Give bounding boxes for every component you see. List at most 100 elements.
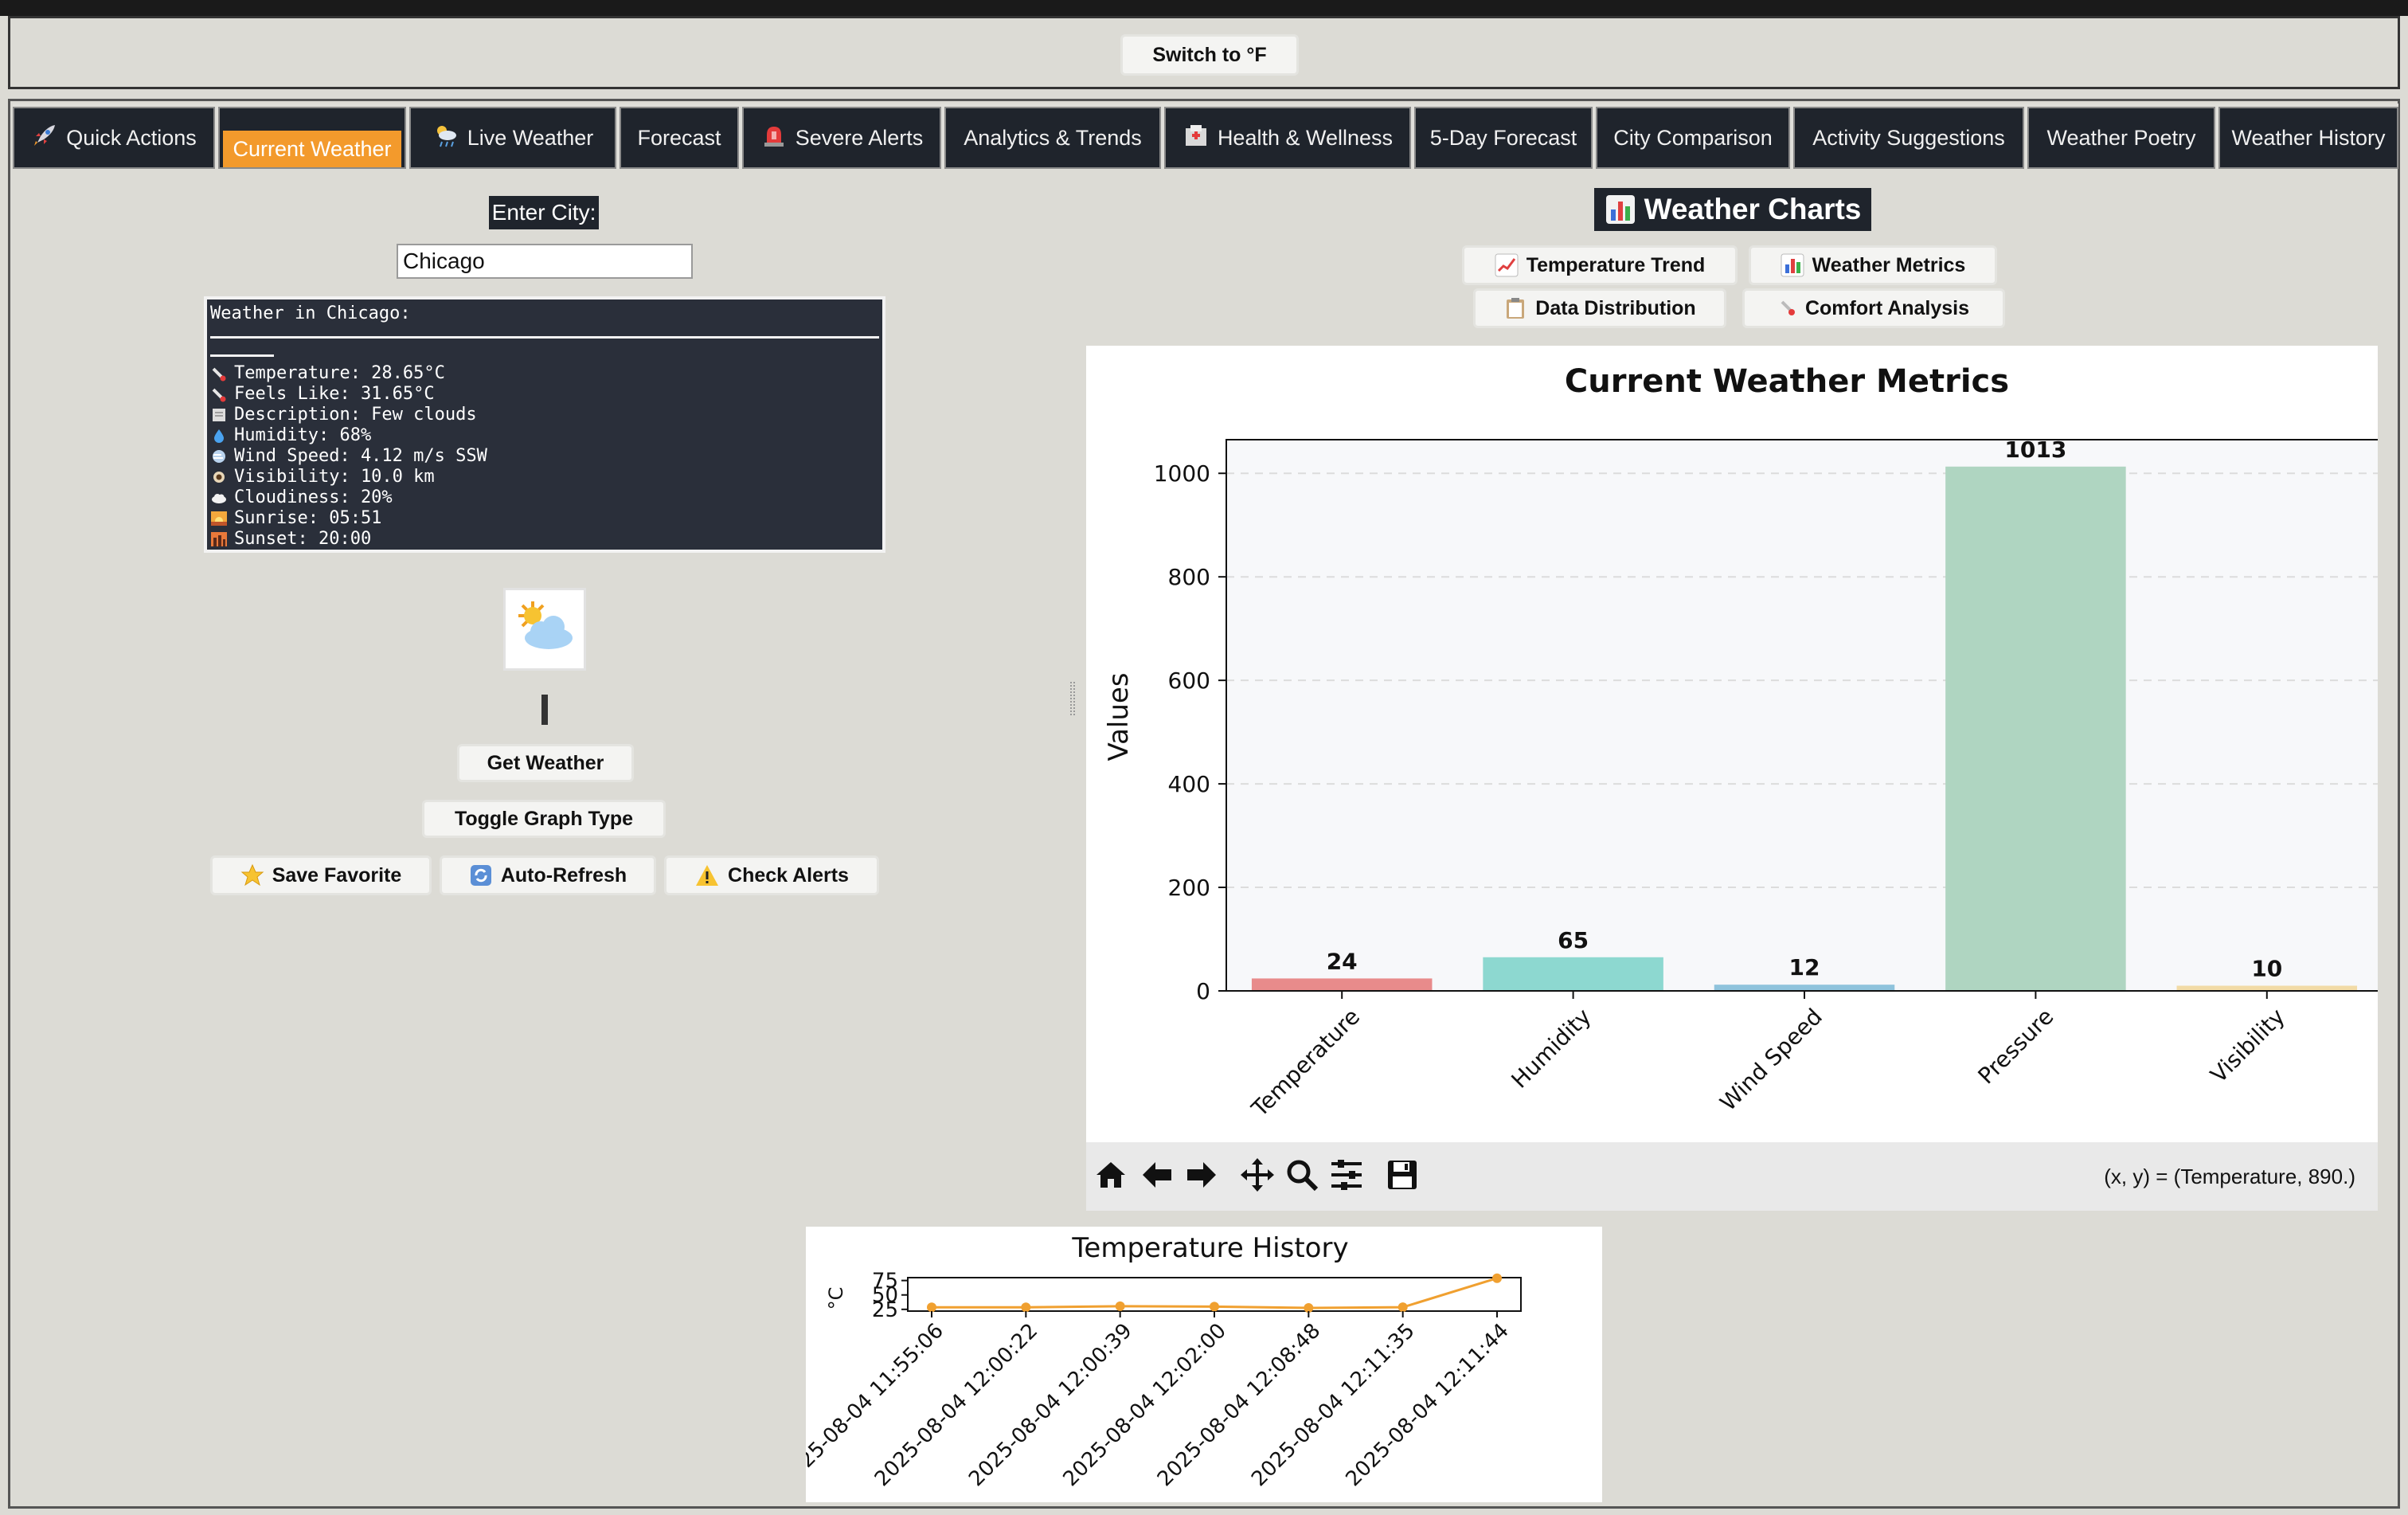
bar-chart-icon — [1781, 253, 1804, 277]
pan-move-icon[interactable] — [1237, 1153, 1277, 1196]
tab-health-wellness[interactable]: Health & Wellness — [1164, 107, 1411, 169]
switch-units-button[interactable]: Switch to °F — [1120, 34, 1299, 76]
tab-label: Live Weather — [467, 125, 594, 150]
y-tick-label: 0 — [1196, 978, 1210, 1004]
tab-bar: Quick Actions Current Weather Live Weath… — [13, 104, 2398, 169]
weather-line-temperature: Temperature: 28.65°C — [210, 363, 879, 384]
y-tick-label: 400 — [1168, 771, 1210, 797]
tab-5-day-forecast[interactable]: 5-Day Forecast — [1414, 107, 1593, 169]
tab-label: Weather Poetry — [2046, 125, 2196, 150]
weather-output: Weather in Chicago: Temperature: 28.65°C… — [204, 296, 885, 553]
weather-condition-image — [503, 588, 586, 671]
tab-city-comparison[interactable]: City Comparison — [1596, 107, 1790, 169]
sun-behind-cloud-icon — [518, 601, 573, 649]
save-favorite-button[interactable]: Save Favorite — [210, 855, 432, 895]
weather-charts-title: Weather Charts — [1594, 188, 1871, 231]
tab-label: Activity Suggestions — [1812, 125, 2005, 150]
rocket-icon — [31, 122, 58, 155]
divider — [210, 336, 879, 339]
tab-severe-alerts[interactable]: Severe Alerts — [742, 107, 941, 169]
wind-icon — [213, 450, 225, 463]
x-tick-label: Wind Speed — [1714, 1004, 1827, 1116]
forward-arrow-icon[interactable] — [1182, 1153, 1222, 1196]
bar — [1251, 978, 1433, 991]
temperature-history-canvas: Temperature History °C 25 50 75 2025-08-04 … — [776, 1227, 1602, 1502]
tab-analytics-trends[interactable]: Analytics & Trends — [944, 107, 1161, 169]
tab-weather-history[interactable]: Weather History — [2218, 107, 2398, 169]
home-icon[interactable] — [1091, 1153, 1131, 1196]
sunset-icon — [211, 532, 227, 546]
weather-line-feels-like: Feels Like: 31.65°C — [210, 384, 879, 405]
sunrise-icon — [211, 511, 227, 526]
cloud-icon — [212, 494, 226, 503]
eye-icon — [213, 472, 225, 483]
zoom-magnifier-icon[interactable] — [1282, 1153, 1322, 1196]
x-tick-label: 2025-08-04 12:08:48 — [1153, 1319, 1325, 1491]
tab-quick-actions[interactable]: Quick Actions — [13, 107, 215, 169]
droplet-icon — [214, 429, 224, 443]
weather-line-sunrise: Sunrise: 05:51 — [210, 508, 879, 529]
data-point — [1115, 1301, 1125, 1311]
weather-line-description: Description: Few clouds — [210, 405, 879, 425]
weather-metrics-button[interactable]: Weather Metrics — [1749, 245, 1997, 285]
siren-icon — [760, 122, 788, 155]
bar-chart-icon — [1605, 195, 1635, 224]
check-alerts-button[interactable]: Check Alerts — [664, 855, 879, 895]
hospital-icon — [1182, 122, 1210, 155]
pane-splitter-handle[interactable] — [1070, 682, 1075, 715]
tab-weather-poetry[interactable]: Weather Poetry — [2027, 107, 2215, 169]
x-tick-label: 2025-08-04 12:11:44 — [1341, 1319, 1513, 1491]
thermometer-icon — [1781, 300, 1795, 315]
temperature-trend-button[interactable]: Temperature Trend — [1462, 245, 1738, 285]
y-tick-label: 75 — [872, 1270, 898, 1294]
bar — [1945, 466, 2126, 991]
x-tick-label: 2025-08-04 12:02:00 — [1058, 1319, 1230, 1491]
tab-current-weather[interactable]: Current Weather — [218, 107, 406, 169]
metrics-chart-canvas[interactable]: Current Weather Metrics Values 0 200 400 60… — [1086, 346, 2383, 1142]
weather-header: Weather in Chicago: — [210, 303, 411, 323]
toggle-graph-type-button[interactable]: Toggle Graph Type — [422, 800, 666, 838]
data-label: 65 — [1558, 927, 1589, 953]
data-point — [1021, 1302, 1031, 1313]
memo-icon — [213, 409, 225, 421]
x-tick-label: 2025-08-04 12:00:22 — [870, 1319, 1042, 1491]
tab-label: Current Weather — [223, 131, 401, 167]
refresh-icon — [470, 865, 491, 886]
x-tick-label: Pressure — [1972, 1004, 2058, 1090]
chart-title: Current Weather Metrics — [1565, 363, 2009, 400]
data-distribution-button[interactable]: Data Distribution — [1473, 288, 1726, 328]
city-input[interactable] — [397, 244, 693, 279]
tab-label: Forecast — [637, 125, 721, 150]
tab-activity-suggestions[interactable]: Activity Suggestions — [1793, 107, 2024, 169]
data-point — [1492, 1273, 1502, 1283]
tab-live-weather[interactable]: Live Weather — [409, 107, 616, 169]
tab-forecast[interactable]: Forecast — [620, 107, 739, 169]
y-tick-label: 800 — [1168, 564, 1210, 590]
plot-background — [1226, 440, 2383, 991]
x-tick-label: Visibility — [2205, 1004, 2289, 1088]
thermometer-icon — [212, 388, 226, 402]
cursor-coordinates: (x, y) = (Temperature, 890.) — [2104, 1165, 2355, 1188]
get-weather-button[interactable]: Get Weather — [457, 744, 634, 782]
configure-subplots-icon[interactable] — [1327, 1153, 1366, 1196]
weather-line-humidity: Humidity: 68% — [210, 425, 879, 446]
warning-icon — [696, 865, 719, 886]
back-arrow-icon[interactable] — [1137, 1153, 1177, 1196]
x-tick-label: 2025-08-04 11:55:06 — [806, 1319, 948, 1491]
data-label: 24 — [1327, 948, 1358, 974]
x-tick-label: 2025-08-04 12:00:39 — [964, 1319, 1136, 1491]
data-point — [1398, 1302, 1408, 1313]
divider — [210, 354, 274, 357]
chart-title: Temperature History — [1071, 1232, 1348, 1264]
tab-label: Analytics & Trends — [964, 125, 1142, 150]
y-tick-label: 600 — [1168, 667, 1210, 694]
y-axis-label: °C — [825, 1287, 847, 1310]
tab-label: Quick Actions — [66, 125, 197, 150]
auto-refresh-button[interactable]: Auto-Refresh — [440, 855, 656, 895]
tab-label: Health & Wellness — [1217, 125, 1394, 150]
star-icon — [240, 863, 264, 887]
tab-label: 5-Day Forecast — [1429, 125, 1577, 150]
data-label: 10 — [2251, 956, 2282, 982]
save-floppy-icon[interactable] — [1382, 1153, 1422, 1196]
comfort-analysis-button[interactable]: Comfort Analysis — [1742, 288, 2005, 328]
